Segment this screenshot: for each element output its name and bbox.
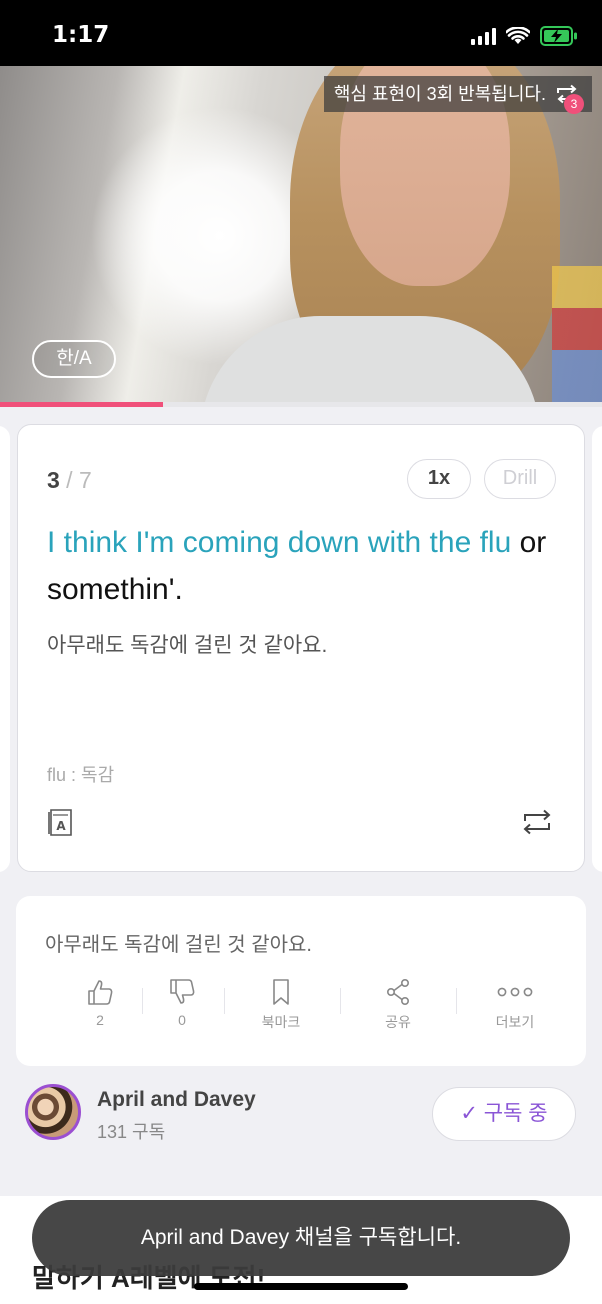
dislike-button[interactable]: 0 (137, 978, 227, 1028)
battery-charging-icon (540, 26, 577, 46)
signal-icon (471, 27, 496, 45)
status-icons (471, 26, 578, 46)
wifi-icon (506, 27, 530, 44)
repeat-loop-icon[interactable] (520, 807, 554, 837)
speed-button[interactable]: 1x (407, 459, 471, 499)
dislike-count: 0 (178, 1012, 186, 1028)
action-divider (456, 988, 457, 1014)
language-toggle-button[interactable]: 한/A (32, 340, 116, 378)
bookmark-button[interactable]: 북마크 (236, 978, 326, 1032)
channel-row: April and Davey 131 구독 ✓ 구독 중 (0, 1072, 602, 1162)
more-button[interactable]: 더보기 (470, 978, 560, 1032)
counter-total: / 7 (59, 467, 92, 493)
subscribe-toast: April and Davey 채널을 구독합니다. (32, 1200, 570, 1276)
status-bar: 1:17 (0, 0, 602, 66)
sentence-text[interactable]: I think I'm coming down with the flu or … (47, 519, 567, 613)
action-divider (224, 988, 225, 1014)
like-count: 2 (96, 1012, 104, 1028)
bookmark-label: 북마크 (261, 1014, 301, 1030)
video-player[interactable]: 핵심 표현이 3회 반복됩니다. 3 한/A (0, 66, 602, 404)
sentence-highlight: I think I'm coming down with the flu (47, 526, 512, 559)
action-bar: 2 0 북마크 공유 더보기 (44, 978, 564, 1038)
previous-card-peek[interactable] (0, 426, 10, 872)
like-button[interactable]: 2 (55, 978, 145, 1028)
sentence-counter: 3 / 7 (47, 467, 92, 494)
subscribe-button[interactable]: ✓ 구독 중 (432, 1087, 576, 1141)
video-progress-bar[interactable] (0, 402, 602, 407)
more-icon (497, 987, 533, 997)
share-icon (386, 978, 409, 1005)
drill-button[interactable]: Drill (484, 459, 556, 499)
bookmark-icon (273, 979, 289, 1005)
home-indicator[interactable] (194, 1283, 408, 1290)
counter-current: 3 (47, 467, 60, 493)
video-progress-fill (0, 402, 163, 407)
repeat-banner: 핵심 표현이 3회 반복됩니다. 3 (323, 76, 592, 114)
channel-name[interactable]: April and Davey (97, 1088, 256, 1112)
channel-avatar[interactable] (25, 1084, 81, 1140)
sentence-card: 3 / 7 1x Drill I think I'm coming down w… (17, 424, 585, 872)
share-button[interactable]: 공유 (353, 978, 443, 1032)
repeat-banner-text: 핵심 표현이 3회 반복됩니다. (333, 84, 546, 104)
sentence-action-panel: 아무래도 독감에 걸린 것 같아요. 2 0 북마크 공유 더보기 (16, 896, 586, 1066)
panel-translation: 아무래도 독감에 걸린 것 같아요. (45, 934, 312, 956)
share-label: 공유 (385, 1014, 411, 1030)
next-card-peek[interactable] (592, 426, 602, 872)
svg-text:A: A (56, 819, 66, 833)
channel-subscriber-count: 131 구독 (97, 1122, 166, 1142)
more-label: 더보기 (495, 1014, 535, 1030)
sentence-translation: 아무래도 독감에 걸린 것 같아요. (47, 634, 328, 657)
vocab-note: flu : 독감 (47, 765, 115, 785)
dictionary-icon[interactable]: A (47, 807, 75, 837)
repeat-count-badge: 3 (564, 94, 584, 114)
thumbs-up-icon (88, 980, 113, 1005)
video-background-shelf (552, 266, 602, 404)
status-time: 1:17 (52, 22, 110, 48)
thumbs-down-icon (170, 979, 195, 1004)
action-divider (340, 988, 341, 1014)
